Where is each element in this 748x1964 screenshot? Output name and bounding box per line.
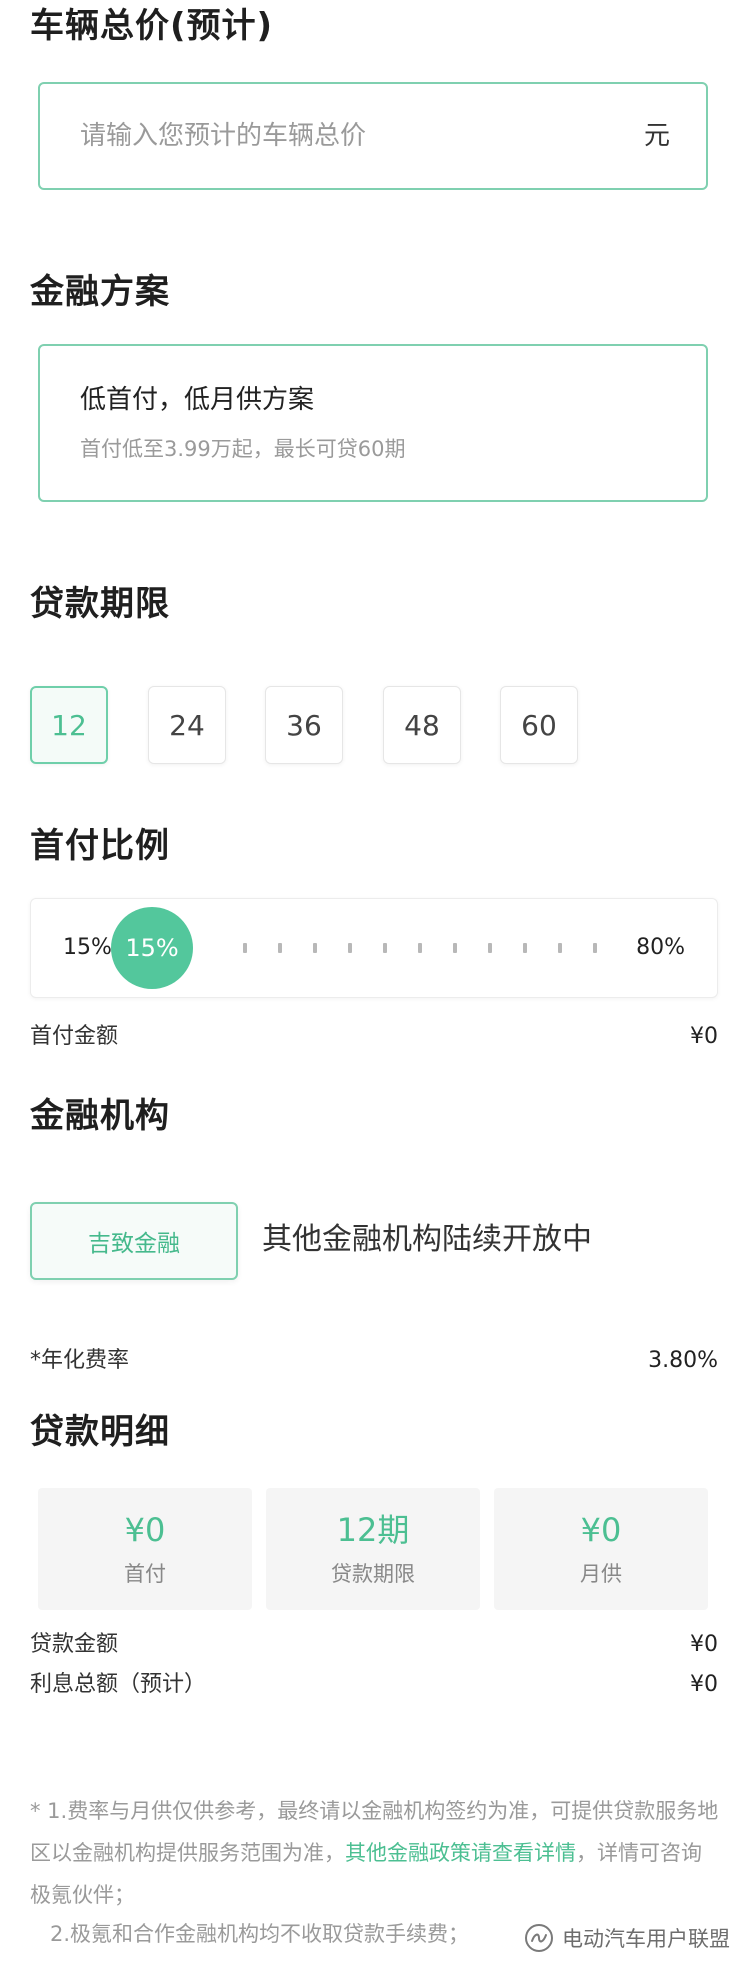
slider-tick: [348, 943, 352, 953]
disclaimer-text: * 1.费率与月供仅供参考，最终请以金融机构签约为准，可提供贷款服务地区以金融机…: [30, 1790, 720, 1916]
loan-detail-title: 贷款明细: [30, 1412, 170, 1452]
finance-plan-title: 金融方案: [30, 272, 170, 312]
slider-min-label: 15%: [63, 935, 112, 960]
down-payment-slider[interactable]: 15% 15% 80%: [30, 898, 718, 998]
annual-rate-label: *年化费率: [30, 1348, 130, 1373]
slider-tick: [243, 943, 247, 953]
term-option-12[interactable]: 12: [30, 686, 108, 764]
detail-card-down-payment: ¥0 首付: [38, 1488, 252, 1610]
loan-amount-label: 贷款金额: [30, 1632, 119, 1657]
finance-plan-option[interactable]: 低首付，低月供方案 首付低至3.99万起，最长可贷60期: [38, 344, 708, 502]
detail-card-label: 月供: [580, 1562, 622, 1586]
slider-tick: [313, 943, 317, 953]
slider-tick: [593, 943, 597, 953]
plan-option-title: 低首付，低月供方案: [80, 385, 315, 415]
term-option-60[interactable]: 60: [500, 686, 578, 764]
institution-note: 其他金融机构陆续开放中: [262, 1222, 592, 1257]
down-payment-amount-label: 首付金额: [30, 1024, 119, 1049]
plan-option-subtitle: 首付低至3.99万起，最长可贷60期: [80, 437, 406, 461]
detail-card-value: 12期: [336, 1511, 410, 1549]
wechat-channel-icon: [525, 1924, 553, 1952]
slider-max-label: 80%: [636, 935, 685, 960]
loan-calculator-page: 车辆总价(预计) 请输入您预计的车辆总价 元 金融方案 低首付，低月供方案 首付…: [0, 0, 748, 1964]
watermark-text: 电动汽车用户联盟: [562, 1927, 730, 1951]
vehicle-price-placeholder: 请输入您预计的车辆总价: [80, 121, 367, 151]
slider-tick: [453, 943, 457, 953]
detail-card-monthly: ¥0 月供: [494, 1488, 708, 1610]
detail-card-label: 贷款期限: [331, 1562, 415, 1586]
slider-tick: [558, 943, 562, 953]
term-option-48[interactable]: 48: [383, 686, 461, 764]
slider-handle[interactable]: 15%: [111, 907, 193, 989]
disclaimer-line2: 2.极氪和合作金融机构均不收取贷款手续费；: [50, 1922, 470, 1946]
detail-card-label: 首付: [124, 1562, 166, 1586]
price-unit-label: 元: [643, 121, 670, 151]
institution-title: 金融机构: [30, 1096, 170, 1136]
detail-card-term: 12期 贷款期限: [266, 1488, 480, 1610]
vehicle-price-title: 车辆总价(预计): [30, 6, 274, 46]
interest-total-value: ¥0: [690, 1672, 718, 1697]
slider-tick: [383, 943, 387, 953]
loan-term-title: 贷款期限: [30, 584, 170, 624]
institution-option-jizhi[interactable]: 吉致金融: [30, 1202, 238, 1280]
detail-card-value: ¥0: [124, 1511, 166, 1549]
slider-tick: [523, 943, 527, 953]
down-payment-title: 首付比例: [30, 826, 170, 866]
term-option-24[interactable]: 24: [148, 686, 226, 764]
interest-total-label: 利息总额（预计）: [30, 1672, 207, 1697]
annual-rate-value: 3.80%: [648, 1348, 718, 1373]
watermark: 电动汽车用户联盟: [524, 1918, 730, 1958]
down-payment-amount-value: ¥0: [690, 1024, 718, 1049]
slider-tick: [418, 943, 422, 953]
loan-amount-value: ¥0: [690, 1632, 718, 1657]
term-option-36[interactable]: 36: [265, 686, 343, 764]
vehicle-price-input[interactable]: 请输入您预计的车辆总价 元: [38, 82, 708, 190]
slider-tick: [278, 943, 282, 953]
policy-details-link[interactable]: 其他金融政策请查看详情: [345, 1841, 576, 1865]
slider-tick: [488, 943, 492, 953]
detail-card-value: ¥0: [580, 1511, 622, 1549]
